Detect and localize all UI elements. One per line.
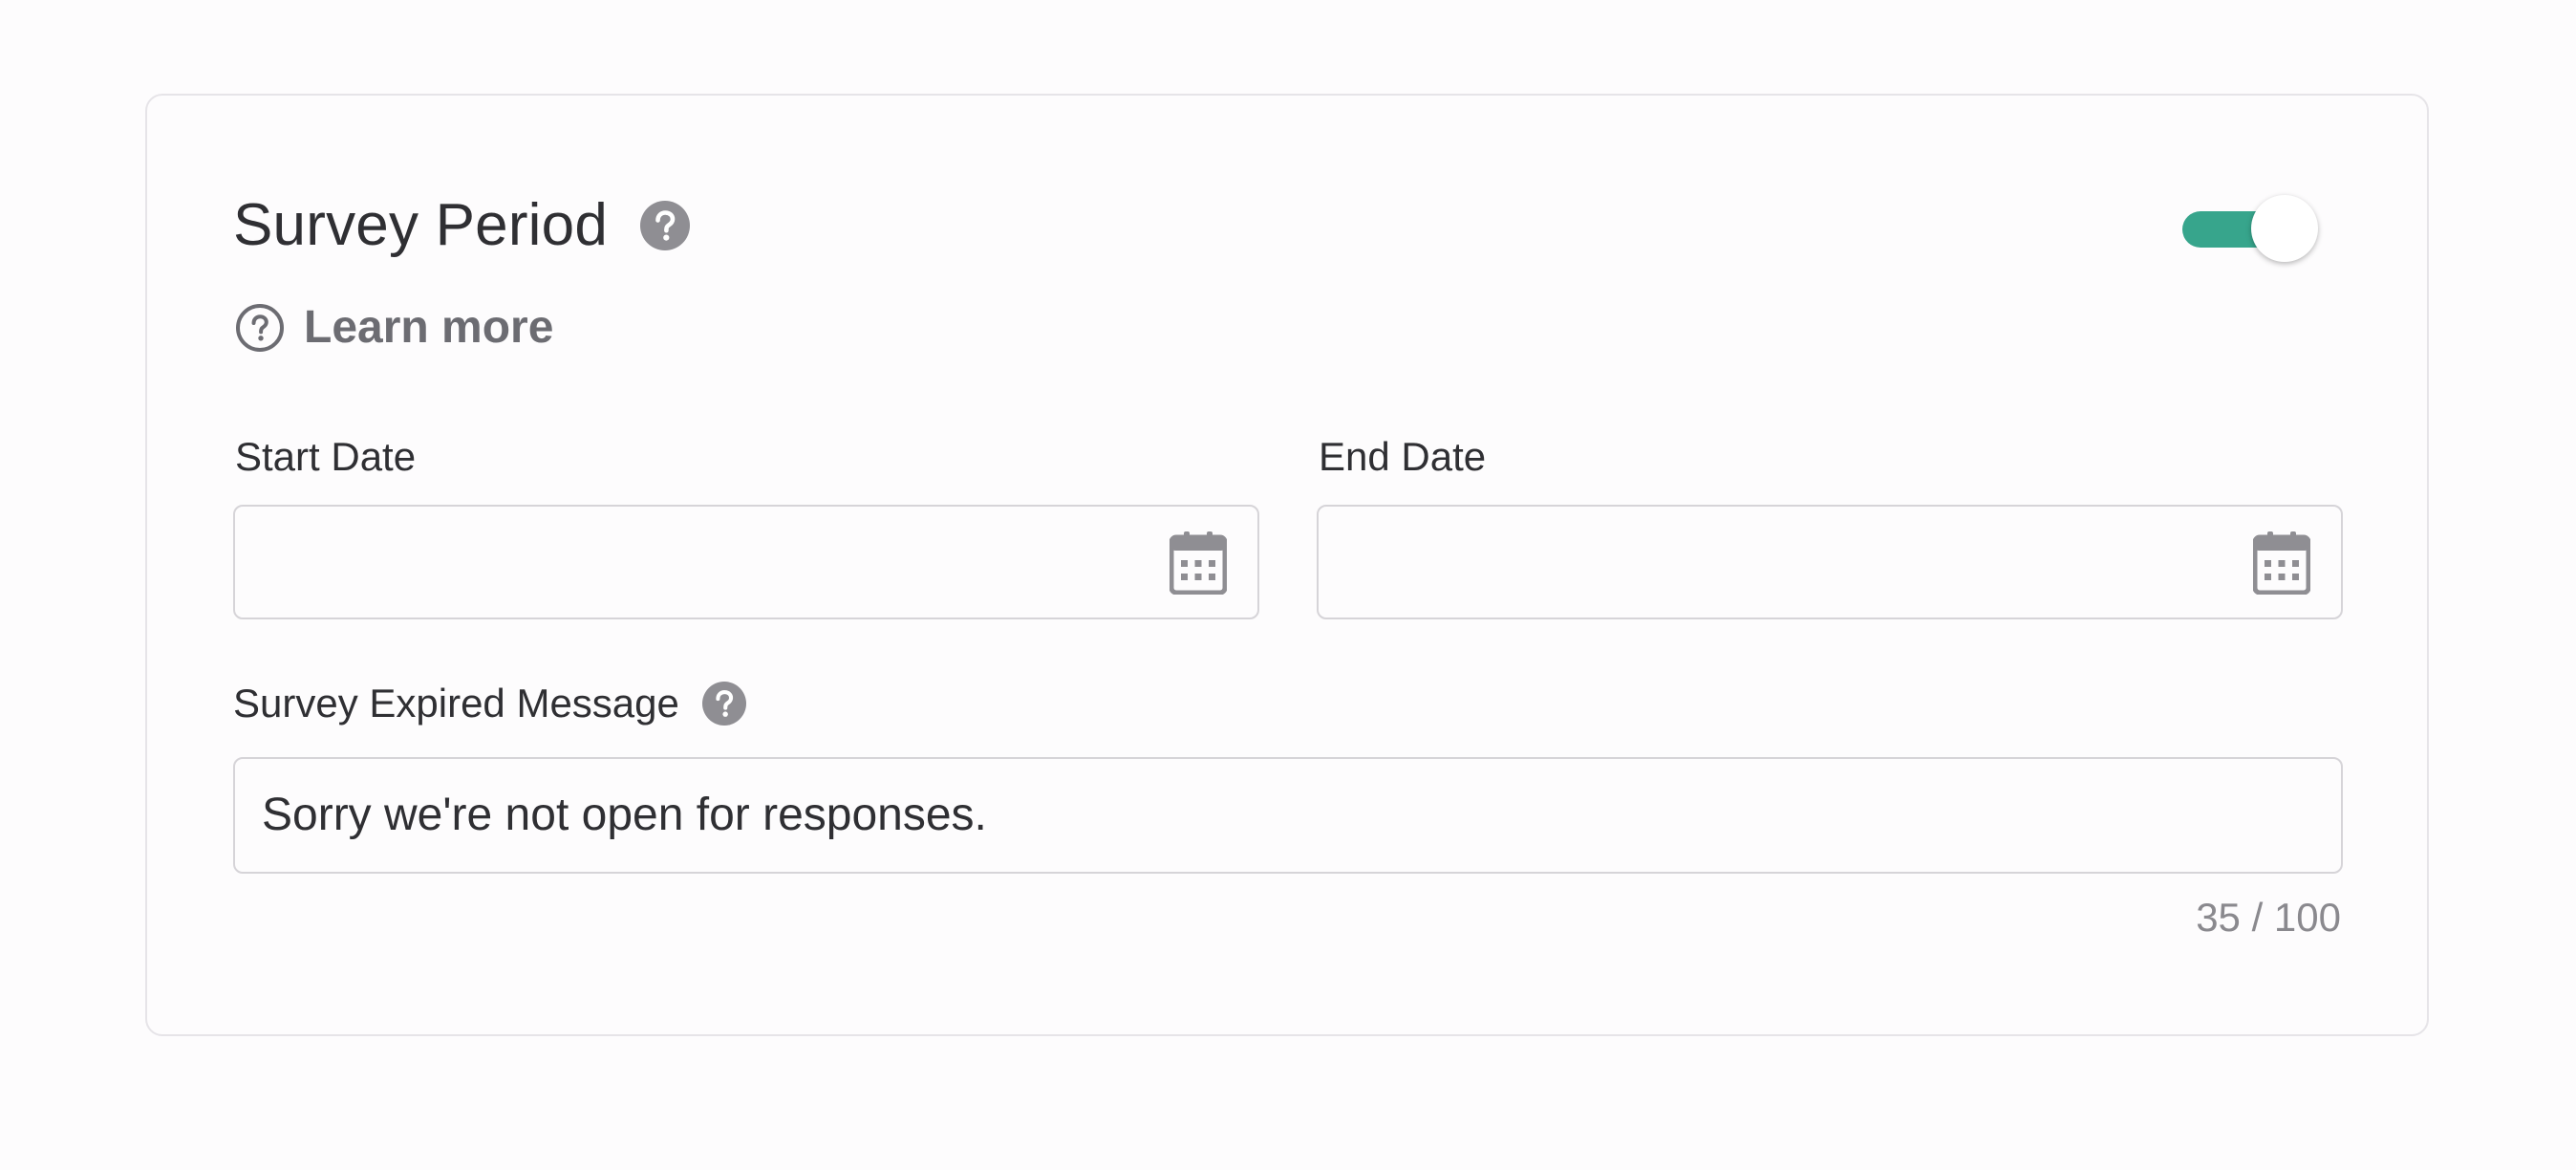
- character-counter: 35 / 100: [2196, 895, 2341, 940]
- survey-period-toggle[interactable]: [2182, 195, 2318, 262]
- expired-message-input[interactable]: Sorry we're not open for responses.: [233, 757, 2343, 874]
- expired-message-label: Survey Expired Message: [233, 681, 679, 726]
- end-date-input[interactable]: [1317, 505, 2343, 619]
- start-date-label: Start Date: [235, 434, 417, 479]
- help-icon[interactable]: [701, 682, 746, 726]
- title-row: Survey Period: [233, 191, 691, 259]
- learn-more-label: Learn more: [304, 302, 554, 353]
- help-icon[interactable]: [640, 200, 691, 250]
- calendar-icon[interactable]: [2253, 531, 2310, 595]
- calendar-icon[interactable]: [1170, 531, 1227, 595]
- end-date-label: End Date: [1319, 434, 1487, 479]
- survey-period-card: Survey Period Learn more Start Date End …: [145, 94, 2429, 1036]
- help-outline-icon: [235, 303, 285, 353]
- start-date-input[interactable]: [233, 505, 1259, 619]
- section-title: Survey Period: [233, 192, 609, 258]
- toggle-knob: [2251, 195, 2318, 262]
- expired-message-label-row: Survey Expired Message: [233, 681, 746, 726]
- learn-more-link[interactable]: Learn more: [235, 301, 553, 354]
